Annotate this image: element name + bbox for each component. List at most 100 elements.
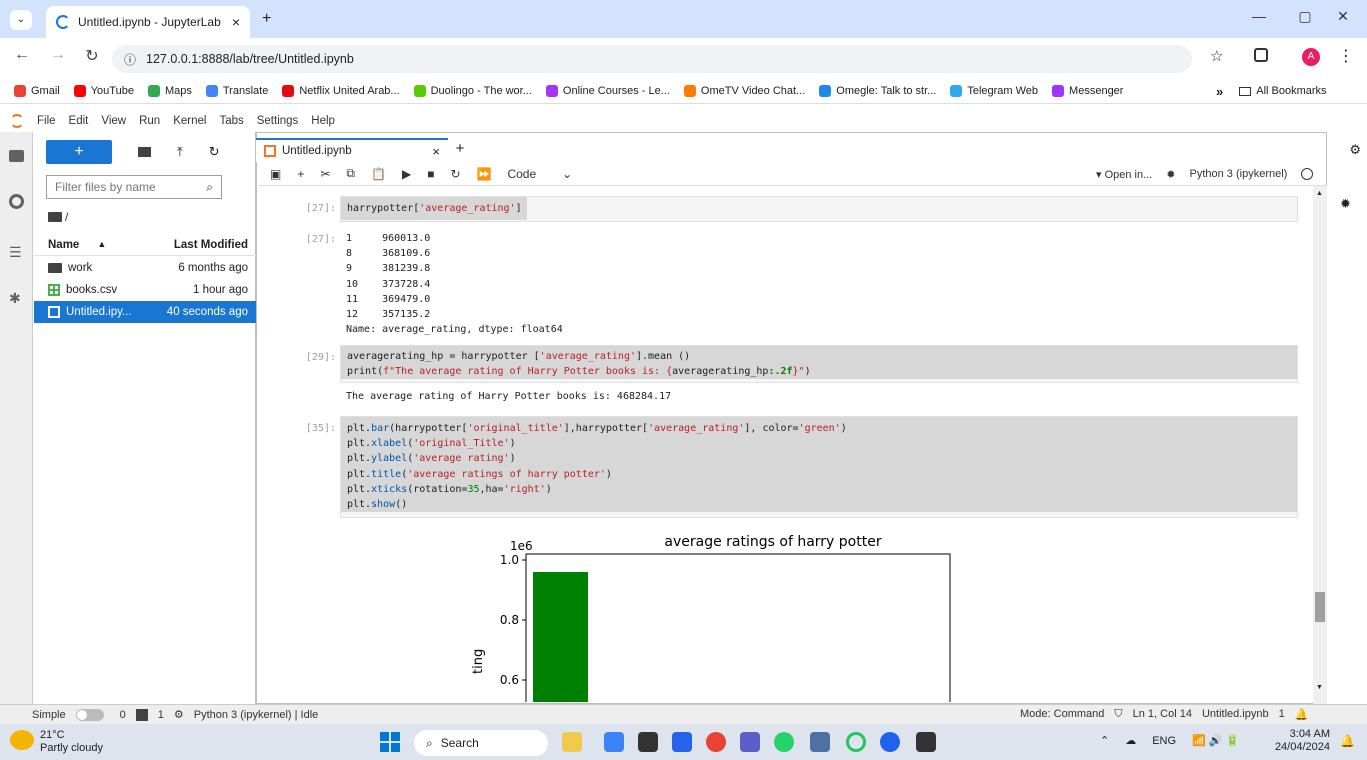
bookmark-omegle[interactable]: Omegle: Talk to str... (819, 84, 936, 97)
teams-work-icon[interactable] (740, 732, 760, 752)
wifi-volume-battery-icon[interactable]: 📶 🔊 🔋 (1192, 734, 1239, 747)
bookmark-netflix[interactable]: Netflix United Arab... (282, 84, 400, 97)
cell-1-input[interactable]: harrypotter['average_rating'] (340, 196, 1298, 222)
taskbar-search[interactable]: ⌕ Search (414, 730, 548, 756)
extensions-icon[interactable] (1254, 48, 1268, 62)
tab-close-icon[interactable]: × (232, 14, 240, 30)
bookmark-translate[interactable]: Translate (205, 84, 268, 97)
new-doc-tab-button[interactable]: + (448, 138, 472, 162)
bookmark-gmail[interactable]: Gmail (14, 84, 60, 97)
docker-icon[interactable] (880, 732, 900, 752)
running-sessions-icon[interactable] (9, 194, 24, 209)
save-icon[interactable]: ▣ (270, 167, 281, 181)
bookmark-messenger[interactable]: Messenger (1052, 84, 1123, 97)
whatsapp-icon[interactable] (774, 732, 794, 752)
menu-settings[interactable]: Settings (257, 115, 299, 127)
teams-icon[interactable] (672, 732, 692, 752)
bookmark-ometv[interactable]: OmeTV Video Chat... (683, 84, 805, 97)
scrollbar-thumb[interactable] (1315, 592, 1325, 622)
bookmark-youtube[interactable]: YouTube (73, 84, 134, 97)
taskbar-widget-icon[interactable] (562, 732, 582, 752)
cell-2-input[interactable]: averagerating_hp = harrypotter ['average… (340, 345, 1298, 383)
open-in-button[interactable]: ▾ Open in... (1096, 168, 1152, 181)
clock[interactable]: 3:04 AM 24/04/2024 (1268, 728, 1330, 754)
refresh-icon[interactable]: ↻ (209, 144, 220, 160)
tab-untitled-ipynb[interactable]: Untitled.ipynb × (256, 138, 448, 162)
notification-count[interactable]: 1 (1279, 708, 1285, 720)
reload-icon[interactable]: ↻ (80, 46, 104, 66)
file-explorer-icon[interactable] (638, 732, 658, 752)
kernels-count[interactable]: 1 (158, 709, 164, 721)
new-tab-button[interactable]: + (262, 10, 271, 28)
bookmark-maps[interactable]: Maps (147, 84, 192, 97)
menu-file[interactable]: File (37, 115, 56, 127)
cell-type-select[interactable]: Code ⌄ (507, 167, 572, 181)
back-icon[interactable]: ← (10, 46, 34, 64)
bookmark-star-icon[interactable]: ☆ (1210, 47, 1223, 65)
address-bar[interactable]: ⓘ 127.0.0.1:8888/lab/tree/Untitled.ipynb (112, 45, 1192, 73)
language-indicator[interactable]: ENG (1152, 735, 1176, 747)
column-last-modified[interactable]: Last Modified (174, 239, 248, 251)
run-icon[interactable]: ▶ (402, 167, 411, 181)
tray-chevron-icon[interactable]: ⌃ (1100, 734, 1109, 747)
menu-edit[interactable]: Edit (69, 115, 89, 127)
file-filter-input[interactable]: Filter files by name ⌕ (46, 175, 222, 199)
run-all-icon[interactable]: ⏩ (477, 167, 492, 181)
menu-tabs[interactable]: Tabs (219, 115, 243, 127)
more-bookmarks-button[interactable]: » (1216, 84, 1223, 99)
bookmark-telegram[interactable]: Telegram Web (950, 84, 1038, 97)
notification-center-icon[interactable]: 🔔 (1340, 734, 1355, 748)
app-icon[interactable] (810, 732, 830, 752)
chrome-icon[interactable] (706, 732, 726, 752)
windows-start-icon[interactable] (380, 732, 400, 752)
kernel-name-button[interactable]: Python 3 (ipykernel) (1190, 168, 1288, 180)
scroll-down-icon[interactable]: ▼ (1316, 684, 1323, 691)
menu-kernel[interactable]: Kernel (173, 115, 206, 127)
trusted-shield-icon[interactable]: ⛉ (1114, 708, 1122, 721)
scroll-up-icon[interactable]: ▲ (1316, 190, 1323, 197)
site-info-icon[interactable]: ⓘ (124, 51, 136, 68)
cut-icon[interactable]: ✂ (320, 167, 330, 181)
browser-tab-active[interactable]: Untitled.ipynb - JupyterLab × (46, 6, 250, 38)
new-folder-icon[interactable] (138, 147, 151, 157)
breadcrumb[interactable]: / (48, 210, 68, 224)
file-browser-folder-icon[interactable] (9, 150, 24, 162)
spinner-app-icon[interactable] (846, 732, 866, 752)
column-name[interactable]: Name ▲ (48, 239, 174, 251)
file-row-untitled-ipynb[interactable]: Untitled.ipy... 40 seconds ago (34, 301, 256, 323)
notebook-scrollbar[interactable] (1313, 186, 1327, 704)
paste-icon[interactable]: 📋 (371, 167, 386, 181)
close-tab-icon[interactable]: × (432, 144, 440, 159)
menu-help[interactable]: Help (311, 115, 335, 127)
profile-avatar[interactable]: A (1302, 48, 1320, 66)
new-launcher-button[interactable]: + (46, 140, 112, 164)
task-view-icon[interactable] (604, 732, 624, 752)
bug-icon[interactable]: ✹ (1166, 168, 1175, 181)
tab-search-button[interactable]: ⌄ (10, 10, 32, 30)
cell-3-input[interactable]: plt.bar(harrypotter['original_title'],ha… (340, 416, 1298, 518)
restart-icon[interactable]: ↻ (450, 167, 460, 181)
notification-bell-icon[interactable]: 🔔 (1295, 708, 1309, 721)
property-inspector-icon[interactable]: ⚙ (1349, 142, 1361, 158)
debugger-icon[interactable]: ✹ (1340, 196, 1351, 212)
simple-mode-toggle[interactable] (75, 708, 104, 721)
all-bookmarks-button[interactable]: All Bookmarks (1239, 85, 1327, 97)
chrome-menu-icon[interactable]: ⋮ (1338, 46, 1354, 66)
stop-icon[interactable]: ■ (427, 167, 434, 181)
extensions-puzzle-icon[interactable]: ✱ (9, 290, 21, 307)
cursor-position[interactable]: Ln 1, Col 14 (1133, 708, 1192, 720)
onedrive-cloud-icon[interactable]: ☁ (1125, 734, 1136, 747)
weather-widget[interactable]: 21°C Partly cloudy (40, 729, 103, 755)
insert-cell-icon[interactable]: + (297, 167, 304, 181)
menu-run[interactable]: Run (139, 115, 160, 127)
upload-icon[interactable]: ⤒ (177, 144, 183, 160)
kernel-status[interactable]: Python 3 (ipykernel) | Idle (194, 709, 319, 721)
menu-view[interactable]: View (101, 115, 126, 127)
table-of-contents-icon[interactable]: ☰ (9, 244, 22, 261)
terminals-count[interactable]: 0 (120, 709, 126, 721)
minimize-icon[interactable]: — (1236, 8, 1282, 24)
weather-icon[interactable] (10, 730, 34, 750)
forward-icon[interactable]: → (46, 46, 70, 64)
file-row-work[interactable]: work 6 months ago (34, 257, 256, 279)
file-row-books-csv[interactable]: books.csv 1 hour ago (34, 279, 256, 301)
